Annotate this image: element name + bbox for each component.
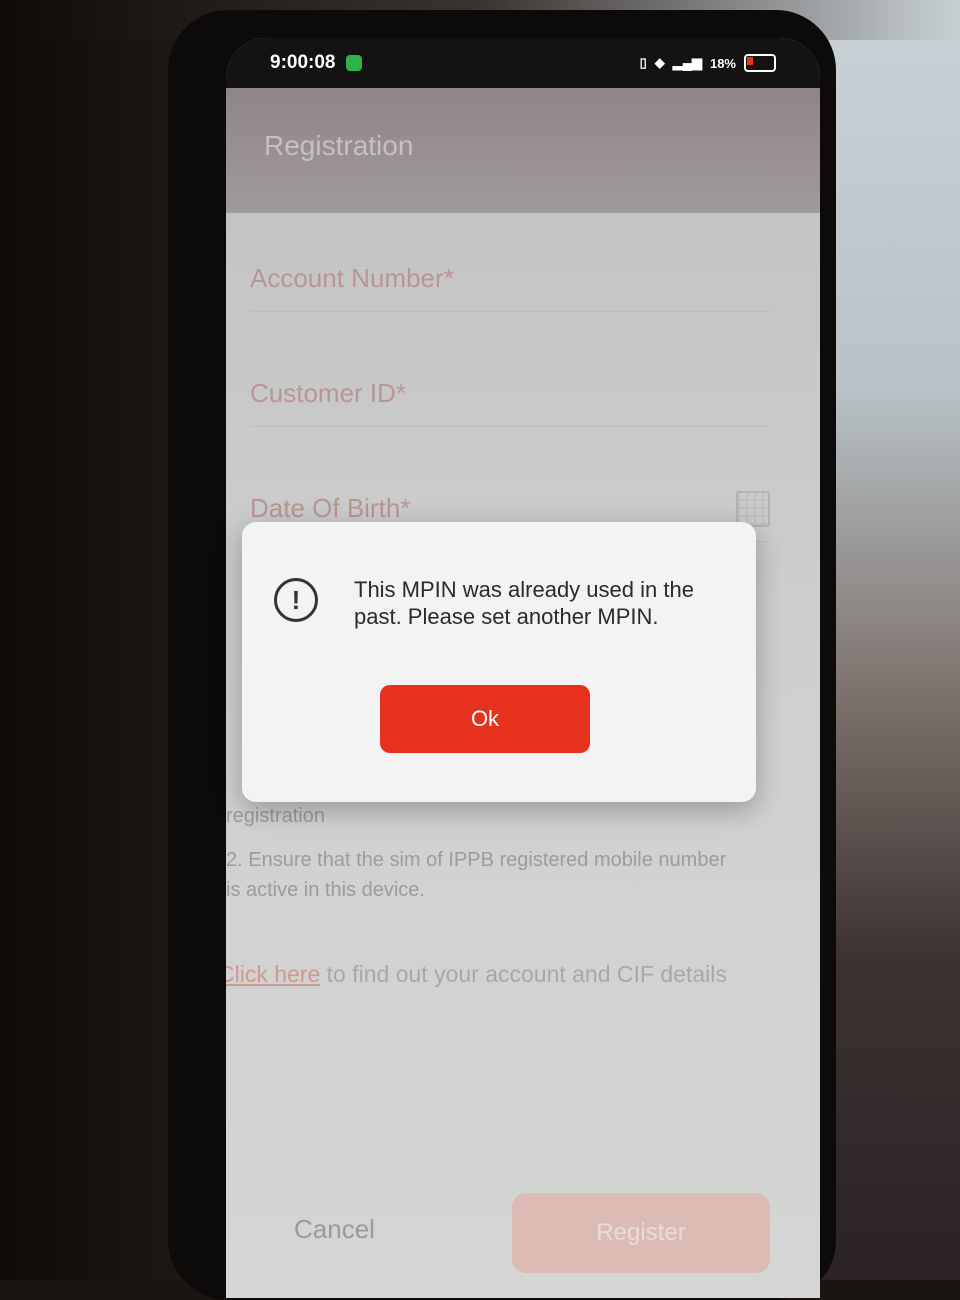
- app-header: Registration: [226, 88, 820, 213]
- exclamation-icon: !: [274, 578, 318, 622]
- click-here-link[interactable]: Click here: [226, 961, 320, 987]
- alert-dialog: ! This MPIN was already used in the past…: [242, 522, 756, 802]
- status-icons: ▯ ◆ ▂▄▆ 18%: [640, 54, 776, 72]
- account-number-label: Account Number*: [250, 263, 454, 293]
- vibrate-icon: ▯: [639, 55, 647, 70]
- customer-id-field[interactable]: Customer ID*: [250, 378, 770, 427]
- instruction-note-2: 2. Ensure that the sim of IPPB registere…: [226, 849, 727, 901]
- notification-icon: [345, 54, 362, 71]
- help-text: to find out your account and CIF details: [320, 961, 727, 987]
- signal-icon: ▂▄▆: [672, 55, 702, 70]
- battery-icon: [744, 54, 776, 72]
- customer-id-label: Customer ID*: [250, 378, 407, 408]
- page-title: Registration: [264, 130, 414, 161]
- instruction-note-1: registration: [226, 805, 325, 827]
- status-time: 9:00:08: [270, 52, 362, 74]
- dob-label: Date Of Birth*: [250, 493, 411, 523]
- register-button[interactable]: Register: [512, 1193, 770, 1273]
- cancel-button[interactable]: Cancel: [288, 1213, 381, 1246]
- help-line: Click here to find out your account and …: [226, 961, 727, 988]
- account-number-field[interactable]: Account Number*: [250, 263, 770, 312]
- dialog-message: This MPIN was already used in the past. …: [354, 577, 694, 629]
- battery-percent: 18%: [709, 55, 736, 71]
- ok-button[interactable]: Ok: [380, 685, 590, 753]
- status-bar: 9:00:08 ▯ ◆ ▂▄▆ 18%: [226, 38, 820, 88]
- wifi-icon: ◆: [654, 55, 665, 70]
